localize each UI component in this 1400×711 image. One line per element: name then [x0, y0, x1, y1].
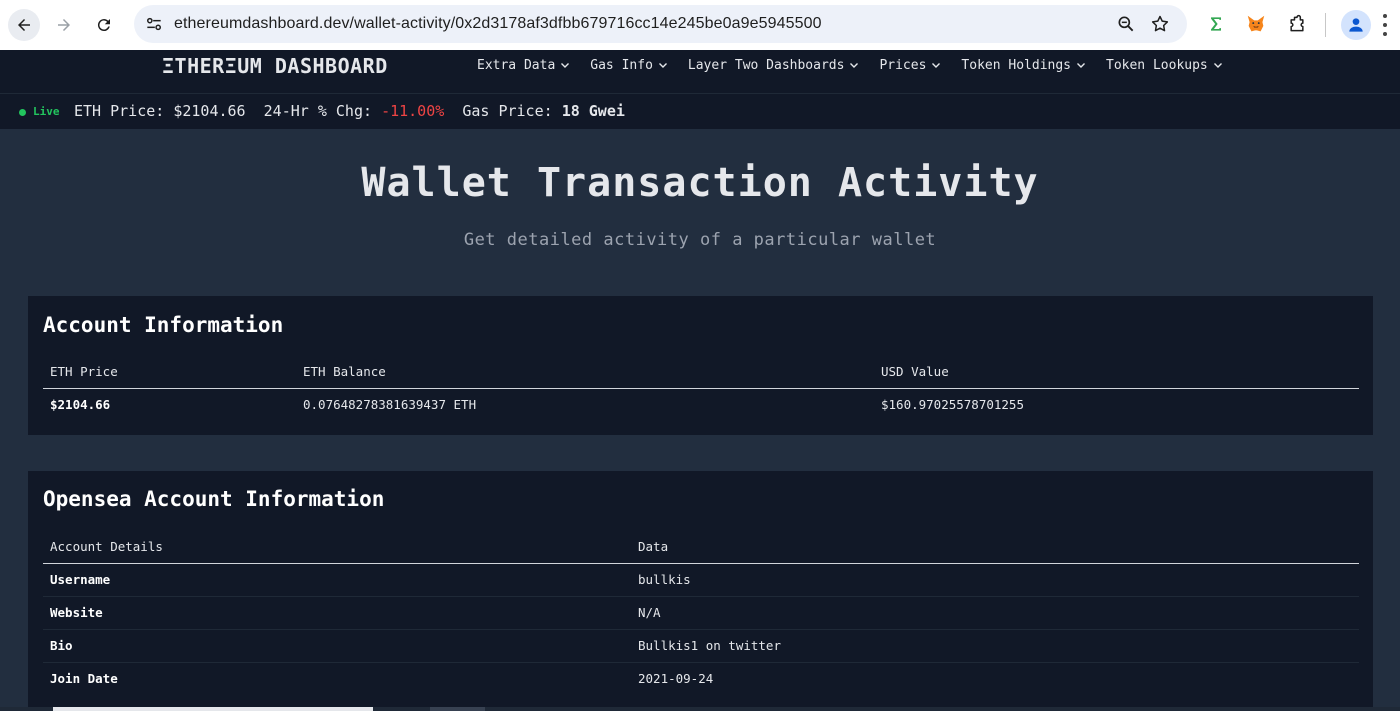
menu-kebab-icon[interactable]	[1382, 14, 1388, 36]
menu-prices[interactable]: Prices	[879, 50, 941, 80]
metamask-fox-icon[interactable]	[1244, 12, 1268, 36]
account-info-table: ETH Price ETH Balance USD Value $2104.66…	[43, 355, 1359, 421]
sigma-extension-icon[interactable]	[1204, 12, 1228, 36]
menu-label: Layer Two Dashboards	[687, 57, 845, 73]
usd-value-cell: $160.97025578701255	[881, 397, 1024, 413]
detail-label: Join Date	[50, 671, 118, 687]
table-row: Join Date 2021-09-24	[43, 662, 1359, 695]
opensea-info-card: Opensea Account Information Account Deta…	[28, 471, 1373, 707]
eth-price-value: $2104.66	[173, 102, 246, 120]
reload-button[interactable]	[88, 9, 120, 41]
menu-layer-two-dashboards[interactable]: Layer Two Dashboards	[688, 50, 860, 80]
forward-button[interactable]	[48, 9, 80, 41]
menu-extra-data[interactable]: Extra Data	[477, 50, 570, 80]
eth-price-cell: $2104.66	[50, 397, 111, 413]
detail-value: N/A	[631, 596, 1359, 630]
detail-value: bullkis	[631, 563, 1359, 597]
chevron-down-icon	[932, 63, 941, 68]
page-subtitle: Get detailed activity of a particular wa…	[463, 230, 937, 250]
column-header: Data	[631, 530, 1359, 564]
gas-label: Gas Price:	[462, 102, 553, 120]
table-header-row: Account Details Data	[43, 530, 1359, 564]
chevron-down-icon	[1213, 63, 1222, 68]
browser-toolbar: ethereumdashboard.dev/wallet-activity/0x…	[0, 0, 1400, 50]
detail-label: Bio	[43, 629, 631, 663]
chevron-down-icon	[850, 63, 859, 68]
menu-token-holdings[interactable]: Token Holdings	[961, 50, 1086, 80]
scrollbar-thumb[interactable]	[53, 707, 373, 711]
detail-value: Bullkis1 on twitter	[631, 629, 1359, 663]
detail-value: 2021-09-24	[638, 671, 714, 687]
menu-token-lookups[interactable]: Token Lookups	[1106, 50, 1223, 80]
menu-label: Token Holdings	[961, 57, 1071, 73]
menu-label: Extra Data	[477, 57, 556, 73]
page-title: Wallet Transaction Activity	[361, 160, 1039, 206]
gas-value: 18 Gwei	[561, 102, 625, 120]
detail-label: Website	[43, 596, 631, 630]
bookmark-star-icon[interactable]	[1150, 14, 1170, 34]
table-row: Website N/A	[43, 596, 1359, 630]
profile-button[interactable]	[1341, 10, 1371, 40]
column-header: Account Details	[43, 530, 631, 564]
back-button[interactable]	[8, 9, 40, 41]
address-bar[interactable]: ethereumdashboard.dev/wallet-activity/0x…	[134, 5, 1187, 43]
site-logo[interactable]: ΞTHERΞUM DASHBOARD	[162, 50, 388, 82]
column-header: ETH Price	[43, 355, 296, 389]
site-settings-icon[interactable]	[144, 14, 164, 34]
menu-label: Prices	[879, 57, 927, 73]
site-header: ΞTHERΞUM DASHBOARD Extra Data Gas Info L…	[0, 50, 1400, 94]
reload-icon	[97, 19, 110, 32]
account-info-title: Account Information	[43, 313, 284, 337]
table-row: Username bullkis	[43, 563, 1359, 597]
change-label: 24-Hr % Chg:	[263, 102, 373, 120]
price-ticker: Live ETH Price: $2104.66 24-Hr % Chg: -1…	[0, 94, 1400, 129]
change-value: -11.00%	[381, 102, 445, 120]
scrollbar-segment	[430, 707, 485, 711]
live-indicator-dot	[19, 109, 26, 116]
url-text[interactable]: ethereumdashboard.dev/wallet-activity/0x…	[174, 5, 822, 43]
table-header-row: ETH Price ETH Balance USD Value	[43, 355, 1359, 389]
live-label: Live	[33, 105, 60, 118]
menu-label: Token Lookups	[1106, 57, 1208, 73]
main-menu: Extra Data Gas Info Layer Two Dashboards…	[477, 50, 1243, 80]
column-header: USD Value	[874, 355, 1359, 389]
account-info-card: Account Information ETH Price ETH Balanc…	[28, 296, 1373, 435]
chevron-down-icon	[1077, 63, 1085, 68]
menu-gas-info[interactable]: Gas Info	[590, 50, 668, 80]
chevron-down-icon	[561, 63, 570, 68]
arrow-left-icon	[18, 19, 30, 31]
arrow-right-icon	[58, 19, 70, 31]
table-row: $2104.66 0.07648278381639437 ETH $160.97…	[43, 388, 1359, 421]
chevron-down-icon	[658, 63, 667, 68]
extensions-puzzle-icon[interactable]	[1285, 12, 1309, 36]
column-header: ETH Balance	[296, 355, 874, 389]
opensea-info-title: Opensea Account Information	[43, 487, 385, 511]
toolbar-separator	[1325, 13, 1326, 37]
person-icon	[1349, 18, 1363, 32]
opensea-info-table: Account Details Data Username bullkis We…	[43, 530, 1359, 695]
table-row: Bio Bullkis1 on twitter	[43, 629, 1359, 663]
eth-balance-cell: 0.07648278381639437 ETH	[303, 397, 477, 413]
zoom-icon[interactable]	[1116, 14, 1136, 34]
ticker-line: ETH Price: $2104.66 24-Hr % Chg: -11.00%…	[74, 94, 625, 129]
menu-label: Gas Info	[590, 57, 653, 73]
eth-price-label: ETH Price:	[74, 102, 165, 120]
detail-label: Username	[43, 563, 631, 597]
